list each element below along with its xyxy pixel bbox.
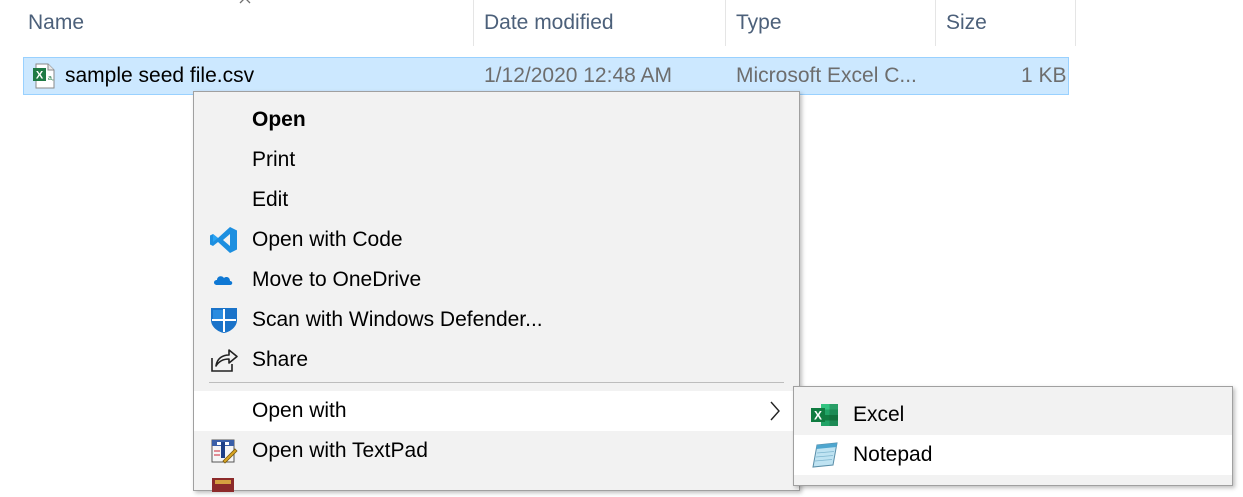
menu-item-label: Open with (252, 399, 347, 422)
column-type[interactable]: Type (736, 0, 782, 46)
menu-item-open-with[interactable]: Open with (194, 391, 799, 431)
open-with-submenu: X Excel Notepad (793, 386, 1233, 486)
chevron-right-icon (767, 399, 783, 423)
menu-item-scan-defender[interactable]: Scan with Windows Defender... (194, 300, 799, 340)
excel-icon: X (810, 401, 840, 429)
column-divider[interactable] (725, 0, 726, 46)
share-icon (209, 346, 239, 374)
svg-text:X: X (36, 70, 44, 82)
file-name[interactable]: sample seed file.csv (65, 58, 254, 94)
menu-item-edit[interactable]: Edit (194, 180, 799, 220)
excel-csv-file-icon: X a, (32, 63, 56, 89)
vscode-icon (209, 226, 239, 254)
menu-item-label: Move to OneDrive (252, 268, 422, 291)
submenu-item-notepad[interactable]: Notepad (794, 435, 1232, 475)
onedrive-icon (209, 266, 239, 294)
menu-item-open-with-code[interactable]: Open with Code (194, 220, 799, 260)
submenu-item-excel[interactable]: X Excel (794, 395, 1232, 435)
menu-item-open-with-textpad[interactable]: Open with TextPad (194, 431, 799, 471)
menu-item-label: Edit (252, 188, 289, 211)
column-divider[interactable] (935, 0, 936, 46)
menu-item-label: Scan with Windows Defender... (252, 308, 543, 331)
column-date-modified[interactable]: Date modified (484, 0, 614, 46)
column-name[interactable]: Name (28, 0, 84, 46)
menu-item-label: Print (252, 148, 296, 171)
windows-defender-icon (209, 306, 239, 334)
file-row-selected[interactable]: X a, sample seed file.csv 1/12/2020 12:4… (23, 57, 1069, 95)
sort-up-icon (238, 0, 252, 6)
menu-item-label: Open with TextPad (252, 439, 428, 462)
menu-item-print[interactable]: Print (194, 140, 799, 180)
column-size[interactable]: Size (946, 0, 987, 46)
menu-item-label: Share (252, 348, 309, 371)
file-type: Microsoft Excel C... (736, 64, 917, 87)
submenu-item-label: Excel (853, 403, 905, 426)
file-date-modified: 1/12/2020 12:48 AM (484, 64, 672, 87)
svg-text:a,: a, (48, 75, 54, 82)
file-size: 1 KB (1021, 64, 1067, 87)
menu-item-share[interactable]: Share (194, 340, 799, 380)
textpad-icon (209, 437, 239, 465)
submenu-item-label: Notepad (853, 443, 933, 466)
menu-item-label: Open with Code (252, 228, 403, 251)
column-divider[interactable] (1075, 0, 1076, 46)
menu-item-label: Open (252, 108, 306, 131)
column-divider[interactable] (473, 0, 474, 46)
context-menu: Open Print Edit Open with Code Move to O… (193, 91, 800, 492)
svg-text:X: X (814, 409, 822, 423)
partially-hidden-menu-icon (209, 478, 239, 492)
notepad-icon (810, 441, 840, 469)
menu-item-move-to-onedrive[interactable]: Move to OneDrive (194, 260, 799, 300)
menu-item-open[interactable]: Open (194, 100, 799, 140)
menu-separator (209, 382, 784, 383)
column-header: Name Date modified Type Size (0, 0, 1243, 46)
